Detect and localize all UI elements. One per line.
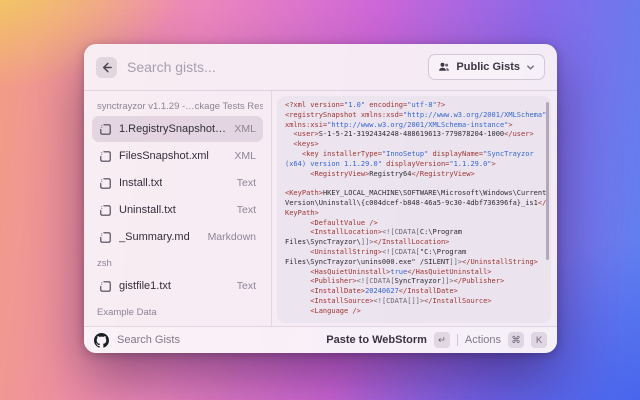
- file-name: 1.RegistrySnapshot.xml: [119, 123, 227, 135]
- scope-dropdown[interactable]: Public Gists: [428, 54, 545, 80]
- code-scrollbar[interactable]: [546, 102, 549, 260]
- desktop-background: Public Gists synctrayzor v1.1.29 -…ckage…: [0, 0, 640, 400]
- list-item[interactable]: 1.RegistrySnapshot.xml XML: [92, 116, 263, 142]
- enter-key-badge: ↵: [434, 332, 450, 348]
- chevron-down-icon: [526, 63, 535, 72]
- github-icon: [94, 333, 109, 348]
- file-type-label: Markdown: [208, 231, 256, 243]
- file-name: _Summary.md: [119, 231, 190, 243]
- code-line: <InstallDate>20240627</InstallDate>: [285, 287, 543, 297]
- code-line: <user>S-1-5-21-3192434248-488619613-7798…: [285, 130, 543, 140]
- list-item[interactable]: Uninstall.txt Text: [92, 197, 263, 223]
- gist-search-window: Public Gists synctrayzor v1.1.29 -…ckage…: [84, 44, 557, 353]
- code-line: <InstallSource><![CDATA[]]></InstallSour…: [285, 297, 543, 307]
- cmd-key-badge: ⌘: [508, 332, 524, 348]
- list-item[interactable]: gistfile1.txt Text: [92, 273, 263, 299]
- actions-button[interactable]: Actions: [465, 334, 501, 346]
- code-line: xmlns:xsi="http://www.w3.org/2001/XMLSch…: [285, 121, 543, 131]
- code-line: <RegistryView>Registry64</RegistryView>: [285, 170, 543, 180]
- code-line: <HasQuietUninstall>true</HasQuietUninsta…: [285, 268, 543, 278]
- footer-bar: Search Gists Paste to WebStorm ↵ Actions…: [84, 326, 557, 353]
- gist-icon: [99, 177, 112, 190]
- gist-icon: [99, 231, 112, 244]
- footer-actions: Paste to WebStorm ↵ Actions ⌘ K: [326, 332, 547, 348]
- primary-action-button[interactable]: Paste to WebStorm: [326, 334, 427, 346]
- file-type-label: Text: [237, 280, 256, 292]
- code-line: Files\SyncTrayzor\unins000.exe" /SILENT]…: [285, 258, 543, 268]
- code-line: Version\Uninstall\{c004dcef-b848-46a5-9c…: [285, 199, 543, 209]
- search-input[interactable]: [127, 59, 418, 75]
- code-line: <keys>: [285, 140, 543, 150]
- code-line: Files\SyncTrayzor\]]></InstallLocation>: [285, 238, 543, 248]
- code-line: <InstallLocation><![CDATA[C:\Program: [285, 228, 543, 238]
- code-line: KeyPath>: [285, 209, 543, 219]
- gist-icon: [99, 123, 112, 136]
- code-line: <?xml version="1.0" encoding="utf-8"?>: [285, 101, 543, 111]
- back-button[interactable]: [96, 57, 117, 78]
- file-name: Uninstall.txt: [119, 204, 176, 216]
- code-line: <key installerType="InnoSetup" displayNa…: [285, 150, 543, 160]
- file-type-label: XML: [234, 123, 256, 135]
- scope-label: Public Gists: [456, 61, 520, 73]
- footer-app-label: Search Gists: [117, 334, 180, 346]
- code-line: <registrySnapshot xmlns:xsd="http://www.…: [285, 111, 543, 121]
- main-content: synctrayzor v1.1.29 -…ckage Tests Result…: [84, 91, 557, 326]
- k-key-badge: K: [531, 332, 547, 348]
- footer-separator: [457, 334, 458, 346]
- code-line: (x64) version 1.1.29.0" displayVersion="…: [285, 160, 543, 170]
- file-type-label: XML: [234, 150, 256, 162]
- results-list: synctrayzor v1.1.29 -…ckage Tests Result…: [84, 91, 272, 326]
- file-name: gistfile1.txt: [119, 280, 171, 292]
- search-bar: Public Gists: [84, 44, 557, 90]
- section-header: synctrayzor v1.1.29 -…ckage Tests Result…: [92, 94, 263, 116]
- file-type-label: Text: [237, 177, 256, 189]
- code-line: <DefaultValue />: [285, 219, 543, 229]
- list-item[interactable]: _Summary.md Markdown: [92, 224, 263, 250]
- people-icon: [438, 61, 450, 73]
- file-name: Install.txt: [119, 177, 162, 189]
- code-line: [285, 179, 543, 189]
- detail-panel: <?xml version="1.0" encoding="utf-8"?><r…: [272, 91, 557, 326]
- code-line: <Publisher><![CDATA[SyncTrayzor]]></Publ…: [285, 277, 543, 287]
- code-preview: <?xml version="1.0" encoding="utf-8"?><r…: [277, 96, 551, 323]
- gist-icon: [99, 150, 112, 163]
- code-line: <KeyPath>HKEY_LOCAL_MACHINE\SOFTWARE\Mic…: [285, 189, 543, 199]
- file-name: FilesSnapshot.xml: [119, 150, 209, 162]
- section-header: Example Data: [92, 300, 263, 322]
- gist-icon: [99, 204, 112, 217]
- file-type-label: Text: [237, 204, 256, 216]
- list-item[interactable]: Install.txt Text: [92, 170, 263, 196]
- list-item[interactable]: FilesSnapshot.xml XML: [92, 143, 263, 169]
- gist-icon: [99, 280, 112, 293]
- section-header: zsh: [92, 251, 263, 273]
- back-arrow-icon: [101, 62, 112, 73]
- code-line: <Language />: [285, 307, 543, 317]
- code-line: <UninstallString><![CDATA["C:\Program: [285, 248, 543, 258]
